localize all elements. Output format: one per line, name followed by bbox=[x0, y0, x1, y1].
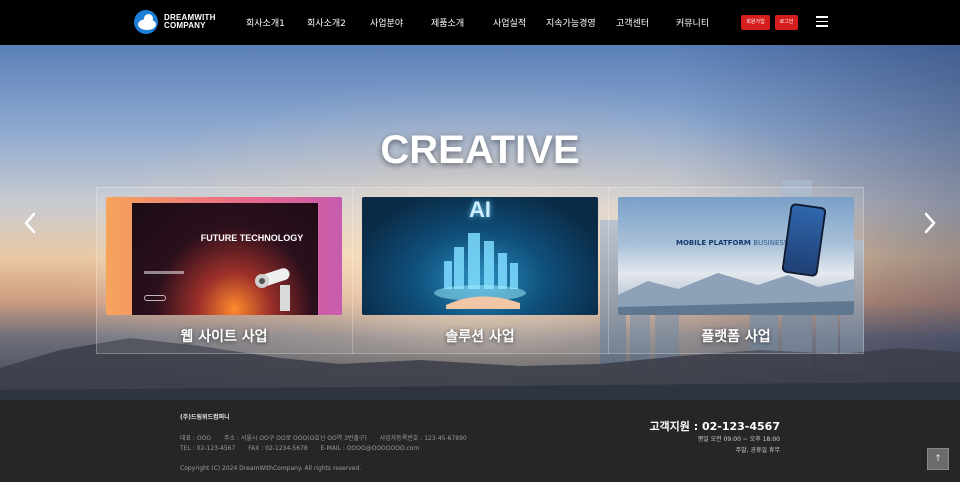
site-footer: (주)드림위드컴퍼니 대표 : OOO 주소 : 서울시 OO구 OO로 OOO… bbox=[0, 400, 960, 482]
card-image-text: FUTURE TECHNOLOGY bbox=[200, 233, 304, 243]
footer-company-name: (주)드림위드컴퍼니 bbox=[180, 414, 230, 421]
footer-support-phone: 고객지원 : 02-123-4567 bbox=[649, 420, 780, 433]
hero-title: CREATIVE bbox=[380, 128, 580, 172]
footer-info-line2: TEL : 02-123-4567 FAX : 02-1234-5678 E-M… bbox=[180, 445, 430, 452]
footer-hours-weekday: 평일 오전 09:00 ~ 오후 18:00 bbox=[697, 436, 780, 443]
footer-fax: FAX : 02-1234-5678 bbox=[248, 445, 308, 452]
site-header: DREAMWITH COMPANY 회사소개1 회사소개2 사업분야 제품소개 … bbox=[0, 0, 960, 45]
robot-arm-image bbox=[255, 268, 290, 311]
card-website[interactable]: FUTURE TECHNOLOGY bbox=[106, 197, 342, 315]
nav-item-about1[interactable]: 회사소개1 bbox=[246, 16, 285, 29]
card-divider bbox=[608, 187, 609, 354]
card-image-text: MOBILE PLATFORM BUSINESS bbox=[676, 239, 789, 247]
chevron-left-icon[interactable] bbox=[22, 211, 38, 235]
hero-banner: CREATIVE FUTURE TECHNOLOGY 웹 사이트 사업 AI 솔… bbox=[0, 45, 960, 400]
nav-item-results[interactable]: 사업실적 bbox=[493, 16, 526, 29]
logo-text: DREAMWITH COMPANY bbox=[164, 14, 216, 30]
ai-city-image bbox=[434, 233, 526, 309]
mountains-image bbox=[618, 273, 854, 315]
footer-hours-weekend: 주말, 공휴일 휴무 bbox=[735, 447, 780, 454]
footer-email: E-MAIL : OOOO@OOOOOOO.com bbox=[320, 445, 420, 452]
nav-item-community[interactable]: 커뮤니티 bbox=[676, 16, 709, 29]
card-solution[interactable]: AI bbox=[362, 197, 598, 315]
card-divider bbox=[352, 187, 353, 354]
footer-rep: 대표 : OOO bbox=[180, 435, 212, 442]
card-platform[interactable]: MOBILE PLATFORM BUSINESS bbox=[618, 197, 854, 315]
arrow-up-icon[interactable]: ↑ bbox=[927, 448, 949, 470]
card-label-solution[interactable]: 솔루션 사업 bbox=[362, 326, 598, 346]
nav-item-business[interactable]: 사업분야 bbox=[370, 16, 403, 29]
nav-item-about2[interactable]: 회사소개2 bbox=[307, 16, 346, 29]
footer-tel: TEL : 02-123-4567 bbox=[180, 445, 236, 452]
nav-item-sustainability[interactable]: 지속가능경영 bbox=[546, 16, 596, 29]
signup-button[interactable]: 회원가입 bbox=[741, 15, 770, 30]
card-label-website[interactable]: 웹 사이트 사업 bbox=[106, 326, 342, 346]
chevron-right-icon[interactable] bbox=[922, 211, 938, 235]
logo[interactable]: DREAMWITH COMPANY bbox=[134, 10, 216, 34]
logo-icon bbox=[134, 10, 158, 34]
hamburger-menu-icon[interactable] bbox=[816, 16, 828, 27]
footer-biz-no: 사업자등록번호 : 123-45-67890 bbox=[379, 435, 467, 442]
card-label-platform[interactable]: 플랫폼 사업 bbox=[618, 326, 854, 346]
nav-item-products[interactable]: 제품소개 bbox=[431, 16, 464, 29]
login-button[interactable]: 로그인 bbox=[775, 15, 798, 30]
footer-address: 주소 : 서울시 OO구 OO로 OOO(O호선 OO역 3번출구) bbox=[223, 435, 367, 442]
nav-item-support[interactable]: 고객센터 bbox=[616, 16, 649, 29]
logo-line2: COMPANY bbox=[164, 21, 206, 30]
footer-copyright: Copyright (C) 2024 DreamWithCompany. All… bbox=[180, 465, 362, 472]
footer-info-line1: 대표 : OOO 주소 : 서울시 OO구 OO로 OOO(O호선 OO역 3번… bbox=[180, 433, 478, 442]
website-mockup-image: FUTURE TECHNOLOGY bbox=[132, 203, 318, 315]
